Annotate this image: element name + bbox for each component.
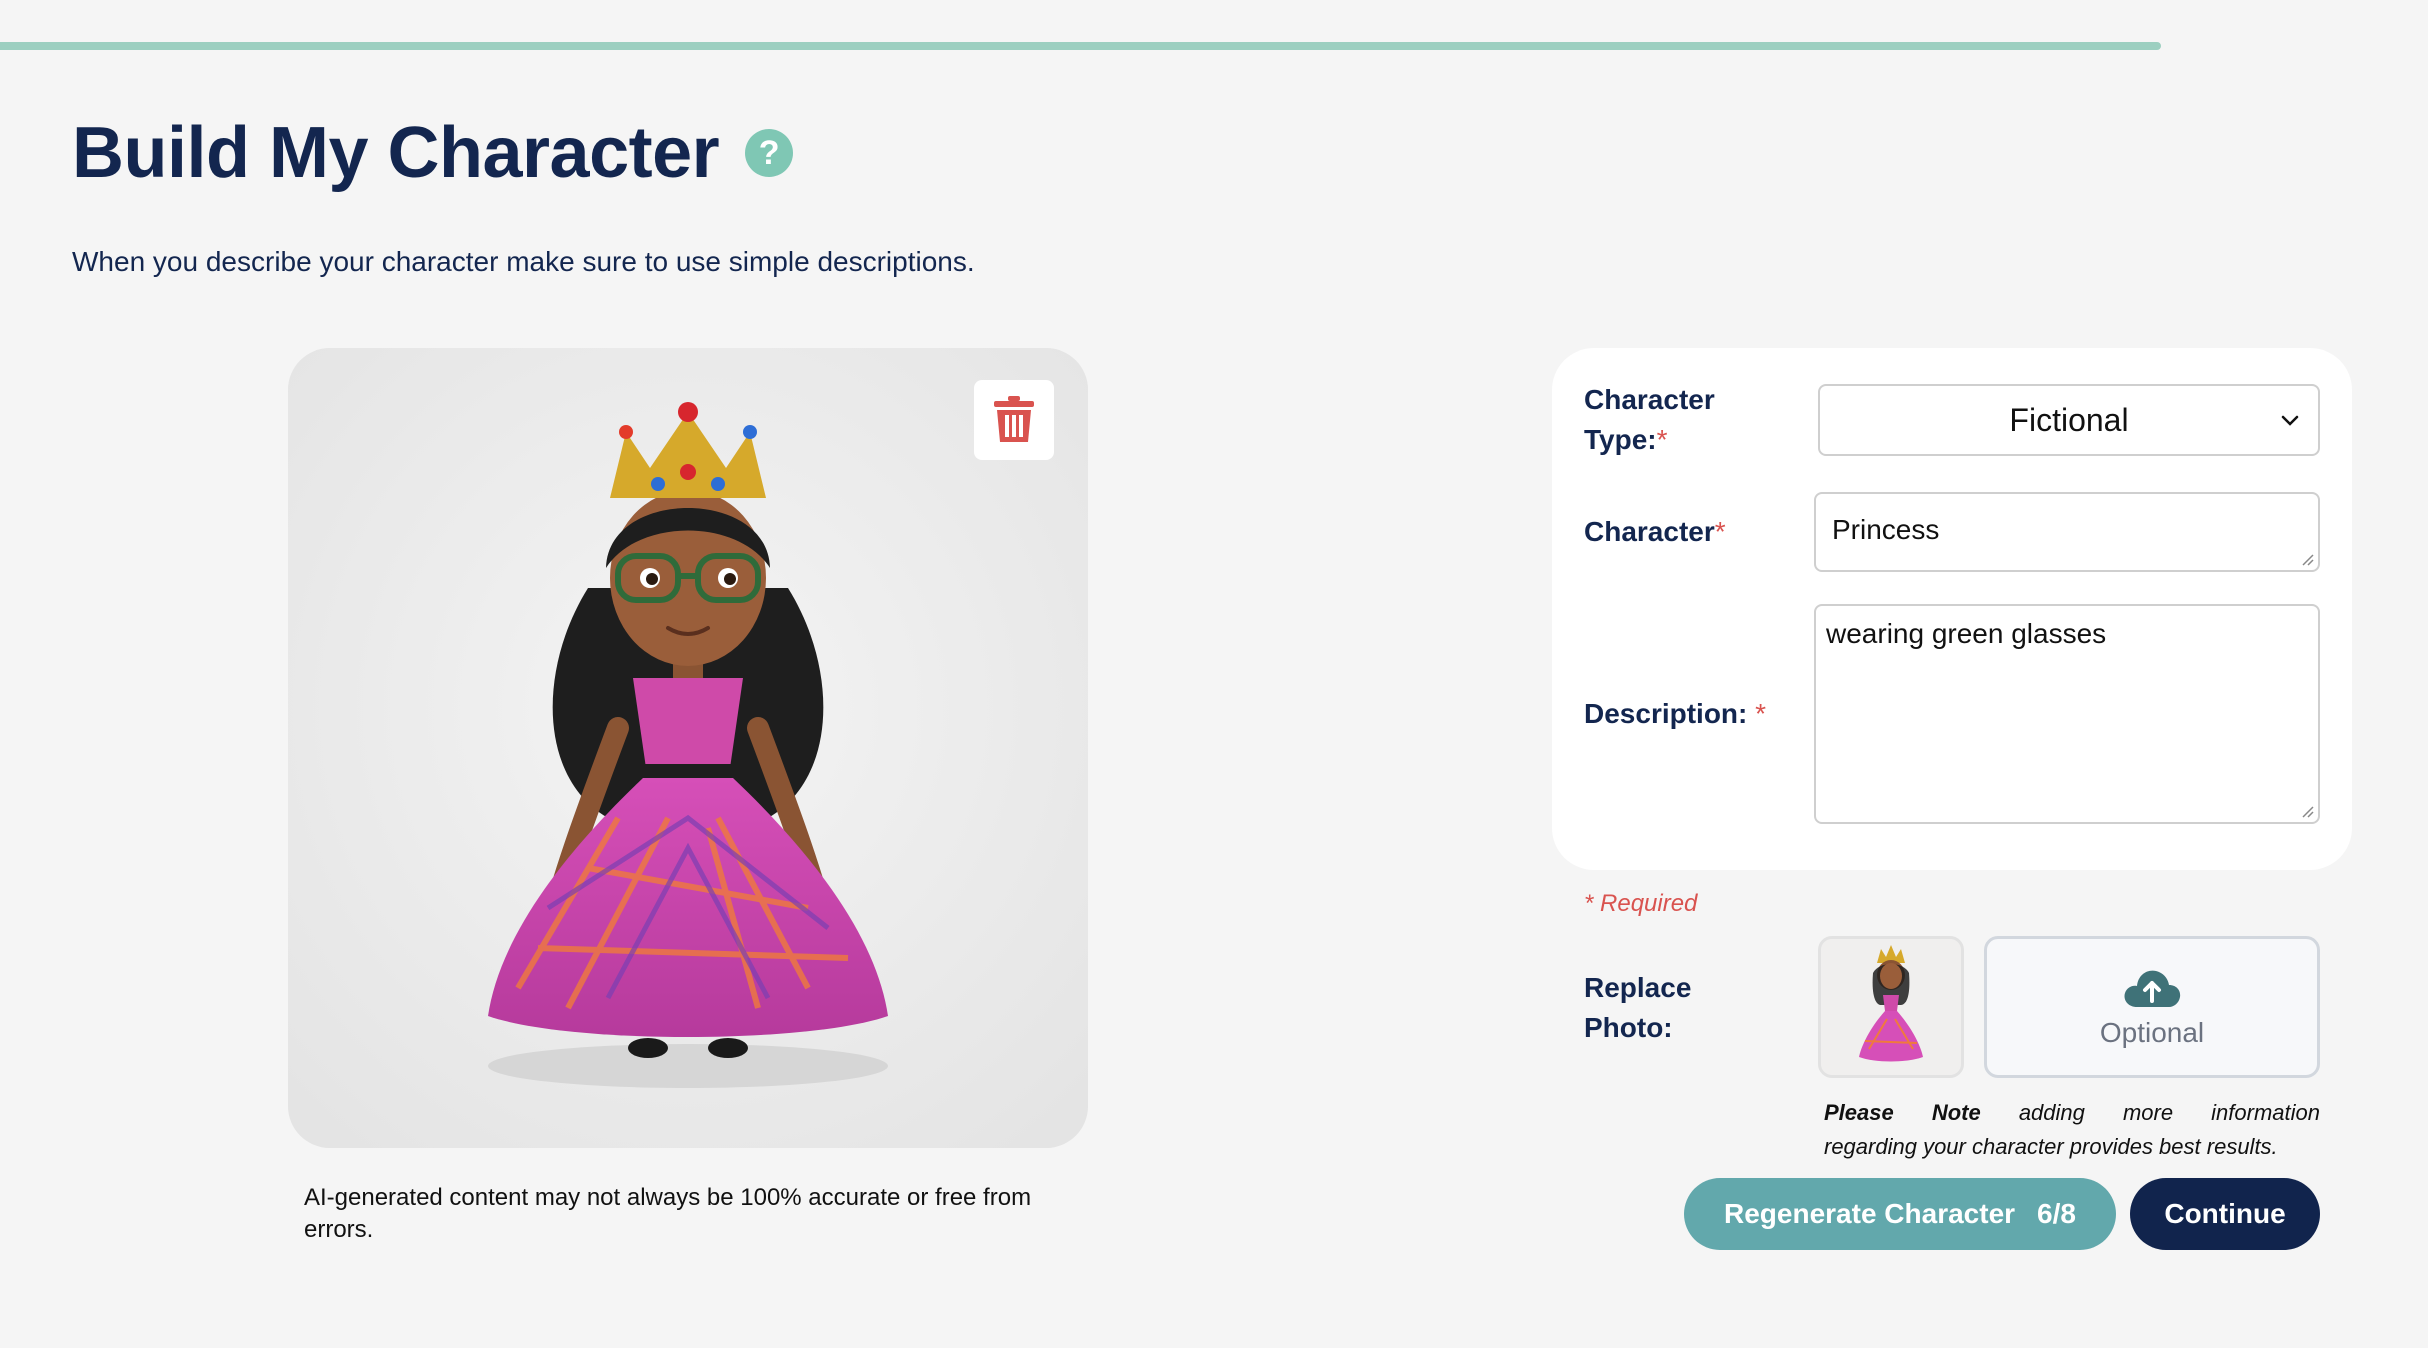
trash-icon bbox=[994, 396, 1034, 442]
character-type-value: Fictional bbox=[2009, 401, 2129, 438]
description-label: Description: * bbox=[1584, 698, 1767, 729]
resize-grip-icon[interactable] bbox=[2298, 802, 2314, 818]
page-subtitle: When you describe your character make su… bbox=[72, 246, 975, 277]
required-note: * Required bbox=[1584, 890, 1698, 917]
character-type-select[interactable]: Fictional bbox=[1818, 384, 2320, 456]
character-label: Character* bbox=[1584, 516, 1726, 547]
regenerate-label: Regenerate Character bbox=[1724, 1198, 2016, 1229]
princess-drawing-thumbnail bbox=[1821, 939, 1961, 1075]
replace-photo-label: Replace Photo: bbox=[1584, 972, 1692, 1043]
photo-thumbnail bbox=[1818, 936, 1964, 1078]
character-type-label: Character Type:* bbox=[1584, 384, 1715, 455]
delete-button[interactable] bbox=[974, 380, 1054, 460]
character-input-value: Princess bbox=[1832, 514, 1940, 545]
progress-bar bbox=[0, 42, 2161, 50]
ai-disclaimer: AI-generated content may not always be 1… bbox=[304, 1184, 1032, 1243]
regenerate-count: 6/8 bbox=[2037, 1198, 2076, 1229]
upload-label: Optional bbox=[2099, 1017, 2205, 1048]
princess-illustration bbox=[288, 348, 1088, 1148]
continue-button[interactable]: Continue bbox=[2130, 1178, 2320, 1250]
note-text: Please Note adding more information rega… bbox=[1824, 1100, 2320, 1159]
cloud-upload-icon bbox=[2124, 970, 2181, 1007]
title-row: Build My Character ? bbox=[72, 112, 794, 194]
regenerate-character-button[interactable]: Regenerate Character 6/8 bbox=[1684, 1178, 2116, 1250]
resize-grip-icon[interactable] bbox=[2298, 550, 2314, 566]
help-icon[interactable]: ? bbox=[745, 129, 794, 177]
photo-upload-dropzone[interactable]: Optional bbox=[1984, 936, 2320, 1078]
description-textarea[interactable]: wearing green glasses bbox=[1814, 604, 2320, 824]
character-input[interactable]: Princess bbox=[1814, 492, 2320, 572]
character-image bbox=[288, 348, 1088, 1148]
description-value: wearing green glasses bbox=[1826, 618, 2107, 649]
chevron-down-icon bbox=[2281, 415, 2299, 426]
page-title: Build My Character bbox=[72, 113, 720, 193]
